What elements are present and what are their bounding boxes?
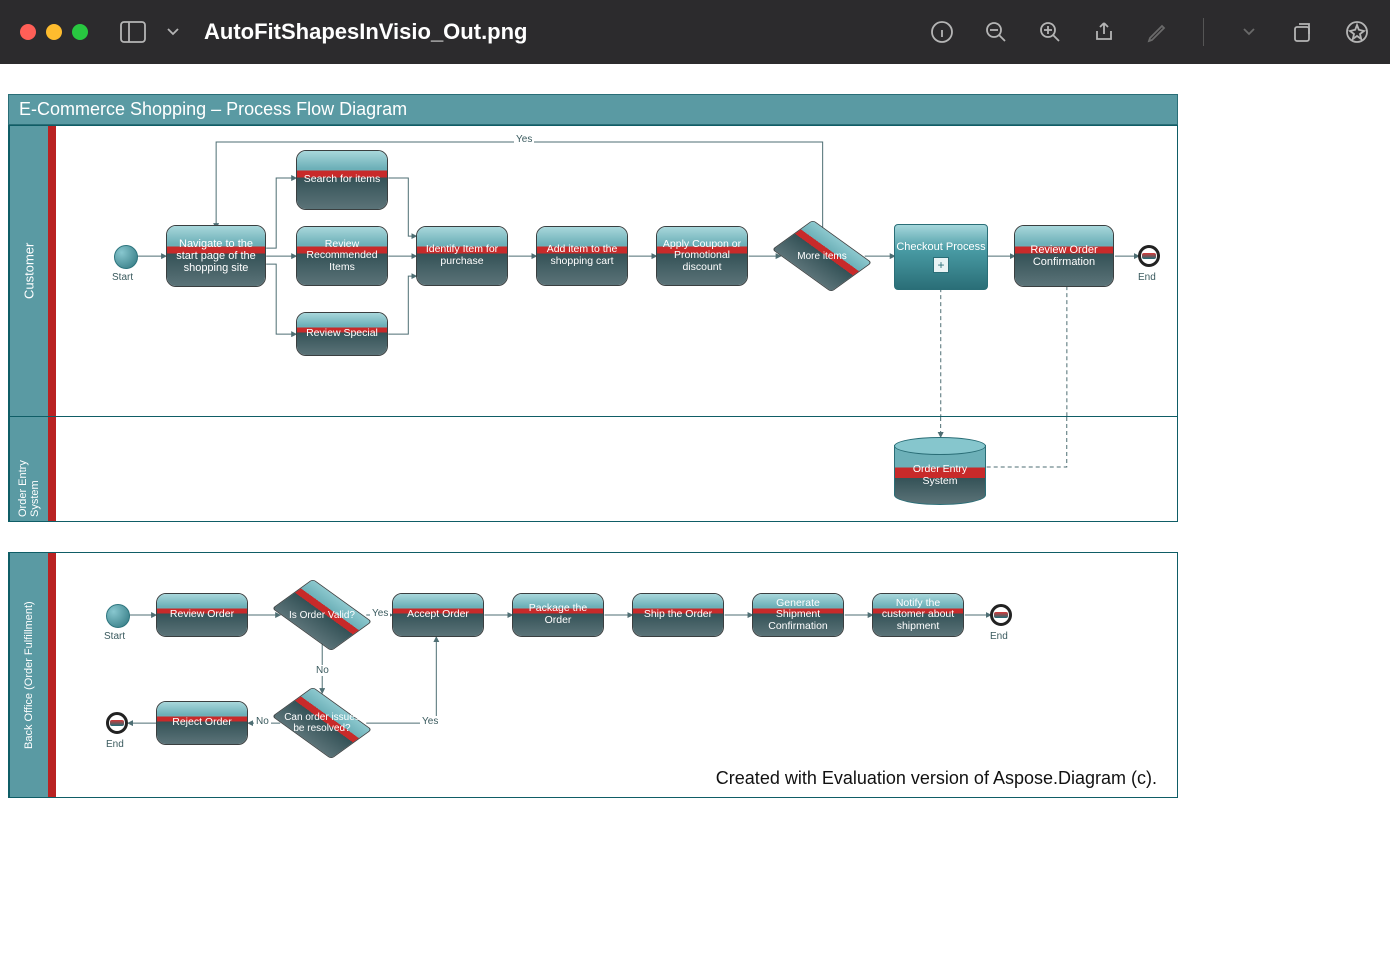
titlebar: AutoFitShapesInVisio_Out.png — [0, 0, 1390, 64]
swimlane-oes: Order Entry System Order Entry System — [8, 417, 1178, 522]
backoffice-start-label: Start — [104, 631, 125, 642]
chevron-down-small-icon[interactable] — [1236, 19, 1262, 45]
evaluation-watermark: Created with Evaluation version of Aspos… — [716, 768, 1157, 789]
fullscreen-window-button[interactable] — [72, 24, 88, 40]
diagram-title: E-Commerce Shopping – Process Flow Diagr… — [8, 94, 1178, 125]
toolbar-right — [929, 18, 1370, 46]
node-notify-customer: Notify the customer about shipment — [872, 593, 964, 637]
image-viewport: E-Commerce Shopping – Process Flow Diagr… — [0, 64, 1390, 806]
customer-start-event — [114, 245, 138, 269]
swimlane-customer-accent — [48, 126, 56, 416]
swimlane-oes-body: Order Entry System — [56, 417, 1177, 521]
share-icon[interactable] — [1091, 19, 1117, 45]
node-ship-order: Ship the Order — [632, 593, 724, 637]
node-generate-confirmation: Generate Shipment Confirmation — [752, 593, 844, 637]
decision-more-items: More items — [780, 227, 864, 285]
datastore-order-entry: Order Entry System — [894, 445, 986, 505]
markup-toolbar-icon[interactable] — [1344, 19, 1370, 45]
swimlane-customer-label: Customer — [9, 126, 48, 416]
node-review-recommended: Review Recommended Items — [296, 226, 388, 286]
node-accept-order: Accept Order — [392, 593, 484, 637]
diagram-image: E-Commerce Shopping – Process Flow Diagr… — [8, 94, 1178, 798]
node-add-to-cart: Add item to the shopping cart — [536, 226, 628, 286]
subprocess-expand-icon: + — [933, 257, 949, 273]
zoom-in-icon[interactable] — [1037, 19, 1063, 45]
chevron-down-icon[interactable] — [160, 19, 186, 45]
swimlane-customer-body: Start Navigate to the start page of the … — [56, 126, 1177, 416]
swimlane-customer: Customer — [8, 125, 1178, 417]
customer-start-label: Start — [112, 272, 133, 283]
sidebar-toggle-icon[interactable] — [120, 19, 146, 45]
node-navigate: Navigate to the start page of the shoppi… — [166, 225, 266, 287]
swimlane-backoffice-body: Start Review Order Is Order Valid? Yes N… — [56, 553, 1177, 797]
backoffice-end-event — [990, 604, 1012, 626]
toolbar-separator — [1203, 18, 1204, 46]
zoom-out-icon[interactable] — [983, 19, 1009, 45]
oes-connectors — [56, 417, 1177, 521]
node-review-confirmation: Review Order Confirmation — [1014, 225, 1114, 287]
edge-label-resolve-no: No — [254, 716, 271, 727]
minimize-window-button[interactable] — [46, 24, 62, 40]
info-icon[interactable] — [929, 19, 955, 45]
markup-pencil-icon[interactable] — [1145, 19, 1171, 45]
edge-label-valid-yes: Yes — [370, 608, 390, 619]
swimlane-backoffice-accent — [48, 553, 56, 797]
customer-end-event — [1138, 245, 1160, 267]
swimlane-backoffice-label: Back Office (Order Fulfillment) — [9, 553, 48, 797]
subprocess-checkout: Checkout Process + — [894, 224, 988, 290]
edge-label-yes: Yes — [514, 134, 534, 145]
window-title: AutoFitShapesInVisio_Out.png — [204, 19, 528, 45]
close-window-button[interactable] — [20, 24, 36, 40]
swimlane-oes-accent — [48, 417, 56, 521]
swimlane-backoffice: Back Office (Order Fulfillment) — [8, 552, 1178, 798]
window-controls — [20, 24, 88, 40]
swimlane-oes-label: Order Entry System — [9, 417, 48, 521]
backoffice-end-label: End — [990, 631, 1008, 642]
backoffice-connectors — [56, 553, 1177, 797]
decision-resolve-issues: Can order issues be resolved? — [280, 694, 364, 752]
backoffice-end-event-2 — [106, 712, 128, 734]
backoffice-end-label-2: End — [106, 739, 124, 750]
node-review-order: Review Order — [156, 593, 248, 637]
backoffice-start-event — [106, 604, 130, 628]
node-reject-order: Reject Order — [156, 701, 248, 745]
node-search-items: Search for items — [296, 150, 388, 210]
customer-end-label: End — [1138, 272, 1156, 283]
decision-order-valid: Is Order Valid? — [280, 586, 364, 644]
edge-label-resolve-yes: Yes — [420, 716, 440, 727]
edge-label-valid-no: No — [314, 665, 331, 676]
node-review-special: Review Special — [296, 312, 388, 356]
node-identify-item: Identify Item for purchase — [416, 226, 508, 286]
node-apply-coupon: Apply Coupon or Promotional discount — [656, 226, 748, 286]
node-package-order: Package the Order — [512, 593, 604, 637]
rotate-icon[interactable] — [1290, 19, 1316, 45]
